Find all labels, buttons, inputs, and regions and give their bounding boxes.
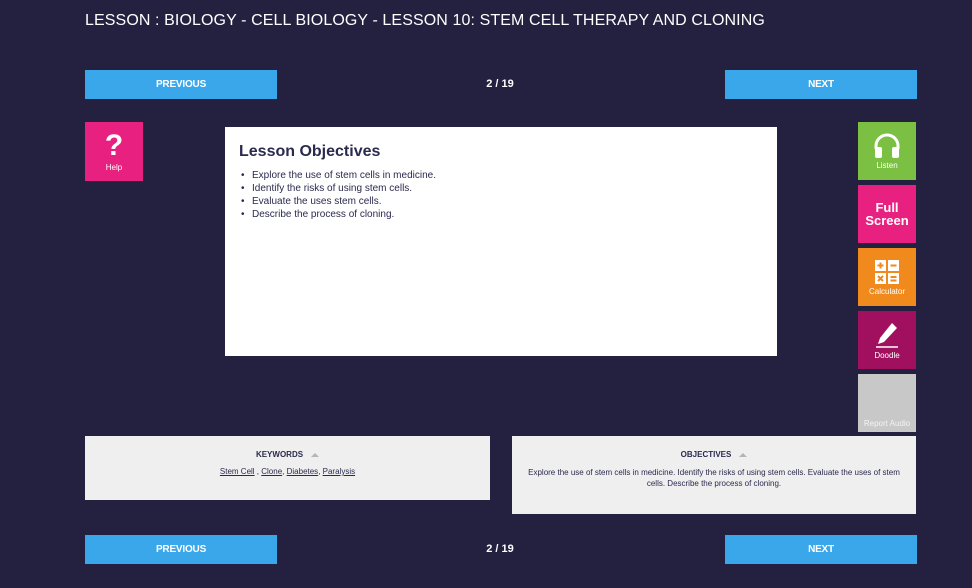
pen-icon xyxy=(876,322,898,348)
page-counter-top: 2 / 19 xyxy=(486,78,514,90)
keyword-link[interactable]: Clone xyxy=(261,467,282,476)
keyword-link[interactable]: Paralysis xyxy=(323,467,355,476)
help-label: Help xyxy=(105,163,123,172)
help-button[interactable]: ? Help xyxy=(85,122,143,181)
objectives-panel: OBJECTIVES Explore the use of stem cells… xyxy=(512,436,916,514)
keyword-link[interactable]: Diabetes xyxy=(287,467,319,476)
page-counter-bottom: 2 / 19 xyxy=(486,543,514,555)
listen-button[interactable]: Listen xyxy=(858,122,916,180)
slide-content: Lesson Objectives Explore the use of ste… xyxy=(225,127,777,356)
keyword-link[interactable]: Stem Cell xyxy=(220,467,255,476)
list-item: Evaluate the uses stem cells. xyxy=(239,195,763,208)
next-button-bottom[interactable]: NEXT xyxy=(725,535,917,564)
chevron-up-icon[interactable] xyxy=(739,452,748,457)
report-audio-button[interactable]: Report Audio xyxy=(858,374,916,432)
listen-label: Listen xyxy=(876,160,898,170)
lesson-title: LESSON : BIOLOGY - CELL BIOLOGY - LESSON… xyxy=(85,12,765,29)
objectives-text: Explore the use of stem cells in medicin… xyxy=(528,468,900,488)
keywords-heading: KEYWORDS xyxy=(255,450,304,459)
headphones-icon xyxy=(874,133,900,158)
slide-title: Lesson Objectives xyxy=(239,143,381,160)
next-button-top[interactable]: NEXT xyxy=(725,70,917,99)
full-screen-button[interactable]: Full Screen xyxy=(858,185,916,243)
calculator-icon xyxy=(875,259,899,284)
list-item: Explore the use of stem cells in medicin… xyxy=(239,169,763,182)
objectives-list: Explore the use of stem cells in medicin… xyxy=(239,169,763,221)
full-screen-label-line2: Screen xyxy=(865,213,909,228)
report-audio-label: Report Audio xyxy=(863,419,911,428)
list-item: Describe the process of cloning. xyxy=(239,208,763,221)
objectives-header[interactable]: OBJECTIVES xyxy=(512,450,916,459)
doodle-label: Doodle xyxy=(874,350,900,360)
list-item: Identify the risks of using stem cells. xyxy=(239,182,763,195)
question-mark-icon: ? xyxy=(104,129,124,162)
previous-button-top[interactable]: PREVIOUS xyxy=(85,70,277,99)
keywords-panel: KEYWORDS Stem Cell , Clone, Diabetes, Pa… xyxy=(85,436,490,500)
keywords-list: Stem Cell , Clone, Diabetes, Paralysis xyxy=(219,467,356,476)
calculator-label: Calculator xyxy=(868,286,905,296)
objectives-heading: OBJECTIVES xyxy=(680,450,732,459)
calculator-button[interactable]: Calculator xyxy=(858,248,916,306)
doodle-button[interactable]: Doodle xyxy=(858,311,916,369)
keywords-header[interactable]: KEYWORDS xyxy=(85,450,490,459)
chevron-up-icon[interactable] xyxy=(311,452,320,457)
previous-button-bottom[interactable]: PREVIOUS xyxy=(85,535,277,564)
